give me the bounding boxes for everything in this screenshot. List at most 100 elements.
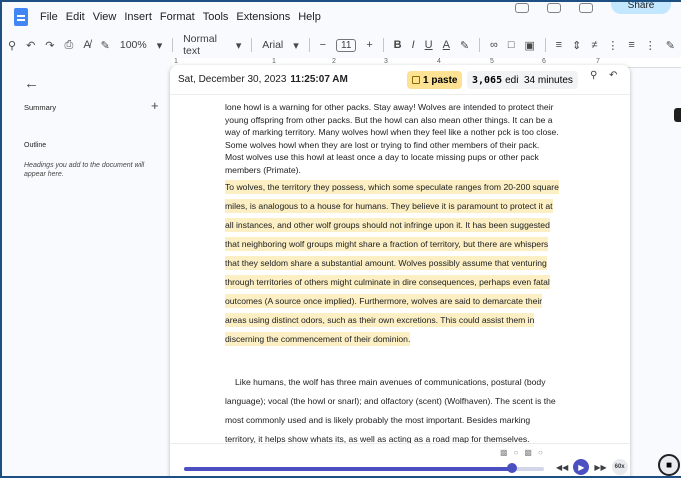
menu-tools[interactable]: Tools xyxy=(203,11,229,23)
menu-format[interactable]: Format xyxy=(160,11,195,23)
play-button[interactable]: ▶ xyxy=(573,459,590,475)
redo-icon[interactable]: ↷ xyxy=(45,39,54,52)
docs-logo-icon[interactable] xyxy=(14,8,28,26)
comment-marker-icon[interactable]: ○ xyxy=(514,448,519,457)
text-line: way of marking territory. Many wolves ho… xyxy=(225,127,559,137)
increase-font-icon[interactable]: + xyxy=(366,39,372,51)
text-line: young offspring from other packs. But th… xyxy=(225,114,553,125)
document-body: lone howl is a warning for other packs. … xyxy=(225,101,575,449)
ruler-mark: 2 xyxy=(332,58,336,65)
decrease-font-icon[interactable]: − xyxy=(320,39,326,51)
docs-window: File Edit View Insert Format Tools Exten… xyxy=(0,0,681,478)
menu-help[interactable]: Help xyxy=(298,11,321,23)
text-line: lone howl is a warning for other packs. … xyxy=(225,102,554,112)
editing-mode-icon[interactable]: ✎ xyxy=(666,39,675,52)
reset-icon[interactable]: ↶ xyxy=(609,70,617,81)
font-dropdown-icon[interactable]: ▾ xyxy=(293,39,299,52)
edits-count: 3,065 xyxy=(472,74,503,86)
menu-file[interactable]: File xyxy=(40,11,58,23)
rewind-icon[interactable]: ◀◀ xyxy=(556,463,568,472)
chat-bubble-icon[interactable]: ■ xyxy=(658,454,680,476)
ruler-mark: 1 xyxy=(272,58,276,65)
playback-scrubber[interactable] xyxy=(506,463,517,473)
fast-forward-icon[interactable]: ▶▶ xyxy=(594,463,606,472)
search-menus-icon[interactable]: ⚲ xyxy=(8,39,16,52)
menu-view[interactable]: View xyxy=(93,11,117,23)
pasted-line: discerning the commencement of their dom… xyxy=(225,330,575,349)
menu-edit[interactable]: Edit xyxy=(66,11,85,23)
paint-format-icon[interactable]: ✎ xyxy=(101,39,110,52)
summary-label: Summary xyxy=(24,103,57,112)
link-icon[interactable]: ∞ xyxy=(490,39,498,51)
outline-label: Outline xyxy=(24,142,47,149)
pasted-line: To wolves, the territory they possess, w… xyxy=(225,178,575,197)
pasted-text: through territories of others might culm… xyxy=(225,275,550,289)
paste-badge[interactable]: 1 paste xyxy=(407,71,463,89)
more-options-icon[interactable]: ⋮ xyxy=(645,39,656,52)
zoom-dropdown-icon[interactable]: ▾ xyxy=(157,39,163,52)
pasted-text: that neighboring wolf groups might share… xyxy=(225,237,549,251)
text-line: language); vocal (the howl or snarl); an… xyxy=(225,396,556,406)
add-summary-icon[interactable]: + xyxy=(151,98,159,113)
format-toolbar: ⚲ ↶ ↷ ⎙ A̸ ✎ 100% ▾ Normal text ▾ Arial … xyxy=(8,33,675,57)
outline-hint: Headings you add to the document will ap… xyxy=(24,162,145,178)
side-panel-tab[interactable] xyxy=(674,108,681,122)
italic-icon[interactable]: I xyxy=(412,39,415,51)
ruler-mark: 4 xyxy=(437,58,441,65)
text-color-icon[interactable]: A xyxy=(443,39,450,51)
undo-icon[interactable]: ↶ xyxy=(26,39,35,52)
font-select[interactable]: Arial xyxy=(262,39,283,51)
meet-icon[interactable] xyxy=(579,3,593,13)
menu-bar: File Edit View Insert Format Tools Exten… xyxy=(2,2,681,32)
line-spacing-icon[interactable]: ⇕ xyxy=(572,39,581,52)
toolbar-divider xyxy=(479,38,480,52)
print-icon[interactable]: ⎙ xyxy=(65,39,74,52)
add-comment-icon[interactable]: □ xyxy=(508,39,515,51)
bulleted-list-icon[interactable]: ⋮ xyxy=(607,39,618,52)
text-line: Like humans, the wolf has three main ave… xyxy=(235,377,546,387)
numbered-list-icon[interactable]: ≡ xyxy=(628,39,634,51)
style-dropdown-icon[interactable]: ▾ xyxy=(236,39,242,52)
speed-button[interactable]: 60x xyxy=(611,459,628,475)
paste-marker-icon[interactable]: ▩ xyxy=(524,448,532,457)
style-select[interactable]: Normal text xyxy=(183,33,226,57)
pasted-line: that neighboring wolf groups might share… xyxy=(225,235,575,254)
back-arrow-icon[interactable]: ← xyxy=(24,75,39,92)
toolbar-divider xyxy=(544,38,546,52)
paste-icon xyxy=(412,76,420,84)
comments-icon[interactable] xyxy=(547,3,561,13)
image-icon[interactable]: ▣ xyxy=(524,39,534,52)
pasted-line: all instances, and other wolf groups sho… xyxy=(225,216,575,235)
text-line: Some wolves howl when they are lost or t… xyxy=(225,139,540,150)
pasted-line: outcomes (A source once implied). Furthe… xyxy=(225,292,575,311)
history-icon[interactable] xyxy=(515,3,529,13)
ruler-mark: 1 xyxy=(174,58,178,65)
share-button[interactable]: Share xyxy=(611,2,671,14)
spellcheck-icon[interactable]: A̸ xyxy=(83,39,90,51)
zoom-icon[interactable]: ⚲ xyxy=(590,70,597,81)
highlight-icon[interactable]: ✎ xyxy=(460,39,469,52)
pasted-text: outcomes (A source once implied). Furthe… xyxy=(225,294,543,308)
align-icon[interactable]: ≡ xyxy=(556,39,562,51)
pasted-line: that they seldom share a substantial amo… xyxy=(225,254,575,273)
pasted-line: through territories of others might culm… xyxy=(225,273,575,292)
playback-progress xyxy=(184,467,512,471)
playback-track[interactable] xyxy=(184,467,544,471)
paste-count: 1 paste xyxy=(423,74,458,86)
paste-marker-icon[interactable]: ▩ xyxy=(500,448,508,457)
playback-bar: ▩ ○ ▩ ○ ◀◀ ▶ ▶▶ 60x xyxy=(170,443,630,476)
pasted-paragraph: To wolves, the territory they possess, w… xyxy=(225,178,575,349)
font-size-input[interactable]: 11 xyxy=(336,38,357,52)
comment-marker-icon[interactable]: ○ xyxy=(538,448,543,457)
checklist-icon[interactable]: ≠ xyxy=(591,39,597,51)
toolbar-divider xyxy=(382,38,384,52)
paragraph-howl: lone howl is a warning for other packs. … xyxy=(225,101,575,176)
text-line: most commonly used and is likely probabl… xyxy=(225,415,531,425)
menu-extensions[interactable]: Extensions xyxy=(236,11,290,23)
underline-icon[interactable]: U xyxy=(425,39,433,51)
menu-list: File Edit View Insert Format Tools Exten… xyxy=(40,11,321,23)
bold-icon[interactable]: B xyxy=(394,39,402,51)
menu-insert[interactable]: Insert xyxy=(124,11,152,23)
pasted-line: areas using distinct odors, such as thei… xyxy=(225,311,575,330)
zoom-select[interactable]: 100% xyxy=(120,39,147,51)
